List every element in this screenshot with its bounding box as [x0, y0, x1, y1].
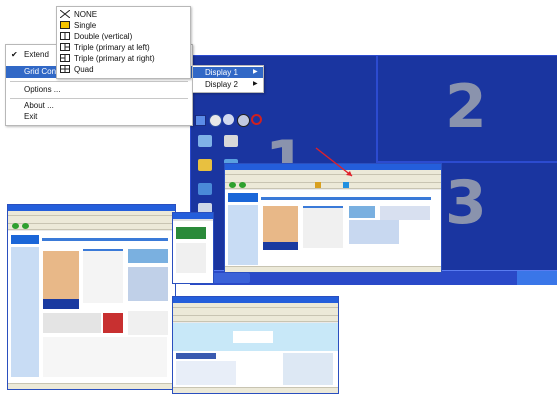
menu-item-display-2[interactable]: Display 2 ▶	[193, 79, 263, 90]
page-content	[176, 243, 206, 273]
none-x-icon	[60, 10, 70, 18]
page-box	[380, 206, 430, 220]
grid-option-label: Double (vertical)	[74, 32, 133, 41]
page-photo	[43, 251, 79, 299]
menu-item-label: Exit	[24, 112, 38, 121]
back-icon[interactable]	[229, 182, 236, 188]
grid-option-triple-left[interactable]: Triple (primary at left)	[57, 42, 190, 53]
page-sidebar	[228, 205, 258, 265]
zone-number-2: 2	[445, 72, 487, 142]
page-nav-bar	[261, 197, 431, 200]
page-photo	[263, 206, 298, 242]
page-promo	[349, 206, 375, 218]
system-tray	[517, 271, 557, 285]
page-nav-bar	[42, 238, 168, 241]
check-icon: ✔	[11, 50, 18, 59]
desktop-icon[interactable]	[224, 135, 238, 147]
page-content	[176, 361, 236, 385]
web-page	[173, 323, 338, 393]
menu-separator	[10, 98, 188, 99]
grid-option-label: Quad	[74, 65, 94, 74]
drag-arrow	[315, 147, 353, 177]
grid-layout-submenu: NONE Single Double (vertical) Triple (pr…	[56, 6, 191, 79]
grid-option-double-vertical[interactable]: Double (vertical)	[57, 31, 190, 42]
app-icon[interactable]	[195, 115, 206, 126]
menu-item-label: Display 1	[205, 68, 238, 77]
grid-option-label: NONE	[74, 10, 98, 19]
address-bar[interactable]	[8, 224, 175, 230]
triple-left-grid-icon	[60, 43, 70, 51]
page-promo	[128, 249, 168, 263]
double-vertical-grid-icon	[60, 32, 70, 40]
status-bar	[225, 266, 441, 272]
arrow-line	[315, 147, 353, 177]
grid-option-label: Triple (primary at left)	[74, 43, 150, 52]
browser-toolbar	[173, 308, 338, 316]
page-ad	[349, 220, 399, 244]
display-submenu: Display 1 ▶ Display 2 ▶	[192, 65, 264, 93]
tray-icon-strip	[195, 113, 265, 127]
browser-window[interactable]	[172, 296, 339, 394]
grid-option-triple-right[interactable]: Triple (primary at right)	[57, 53, 190, 64]
submenu-arrow-icon: ▶	[253, 69, 258, 75]
app-icon[interactable]	[251, 114, 262, 125]
zone-number-3: 3	[445, 168, 487, 238]
triple-right-grid-icon	[60, 54, 70, 62]
app-icon[interactable]	[209, 114, 222, 127]
address-bar[interactable]	[173, 316, 338, 322]
site-logo	[11, 235, 39, 244]
menu-item-label: Options ...	[24, 85, 61, 94]
taskbar-button[interactable]	[210, 273, 250, 283]
browser-window[interactable]	[7, 204, 176, 390]
page-thumbnail	[103, 313, 123, 333]
page-box	[128, 311, 168, 335]
menu-item-display-1[interactable]: Display 1 ▶	[193, 67, 263, 78]
grid-option-single[interactable]: Single	[57, 20, 190, 31]
menu-item-label: Display 2	[205, 80, 238, 89]
page-headlines	[303, 206, 343, 248]
forward-icon[interactable]	[22, 223, 29, 229]
menu-item-label: Grid Con	[24, 67, 57, 76]
page-thumbnail	[176, 227, 206, 239]
status-bar	[173, 387, 338, 393]
submenu-arrow-icon: ▶	[184, 68, 189, 74]
page-ad	[128, 267, 168, 301]
desktop-icon[interactable]	[198, 159, 212, 171]
browser-window[interactable]	[172, 212, 214, 284]
grid-option-label: Single	[74, 21, 97, 30]
app-icon[interactable]	[237, 114, 250, 127]
page-photo	[283, 353, 333, 385]
menu-separator	[10, 81, 188, 82]
window-titlebar[interactable]	[173, 213, 213, 219]
menu-item-label: Extend	[24, 50, 49, 59]
page-content	[43, 337, 167, 377]
single-grid-icon	[60, 21, 70, 29]
page-logo	[233, 331, 273, 343]
page-banner	[263, 242, 298, 250]
web-page	[8, 231, 175, 389]
page-sidebar	[11, 247, 39, 377]
status-bar	[8, 383, 175, 389]
page-headlines	[83, 249, 123, 303]
page-heading	[176, 353, 216, 359]
submenu-arrow-icon: ▶	[253, 81, 258, 87]
grid-option-none[interactable]: NONE	[57, 9, 190, 20]
page-section	[43, 313, 101, 333]
page-banner	[43, 299, 79, 309]
web-page	[225, 190, 441, 272]
app-icon[interactable]	[223, 114, 234, 125]
desktop-icon[interactable]	[198, 183, 212, 195]
grid-option-quad[interactable]: Quad	[57, 64, 190, 75]
desktop-icon[interactable]	[198, 135, 212, 147]
quad-grid-icon	[60, 65, 70, 73]
web-page	[173, 221, 213, 283]
browser-toolbar	[8, 216, 175, 229]
grid-option-label: Triple (primary at right)	[74, 54, 155, 63]
forward-icon[interactable]	[239, 182, 246, 188]
back-icon[interactable]	[12, 223, 19, 229]
site-logo	[228, 193, 258, 202]
menu-item-exit[interactable]: Exit	[6, 111, 192, 123]
menu-item-options[interactable]: Options ...	[6, 84, 192, 96]
